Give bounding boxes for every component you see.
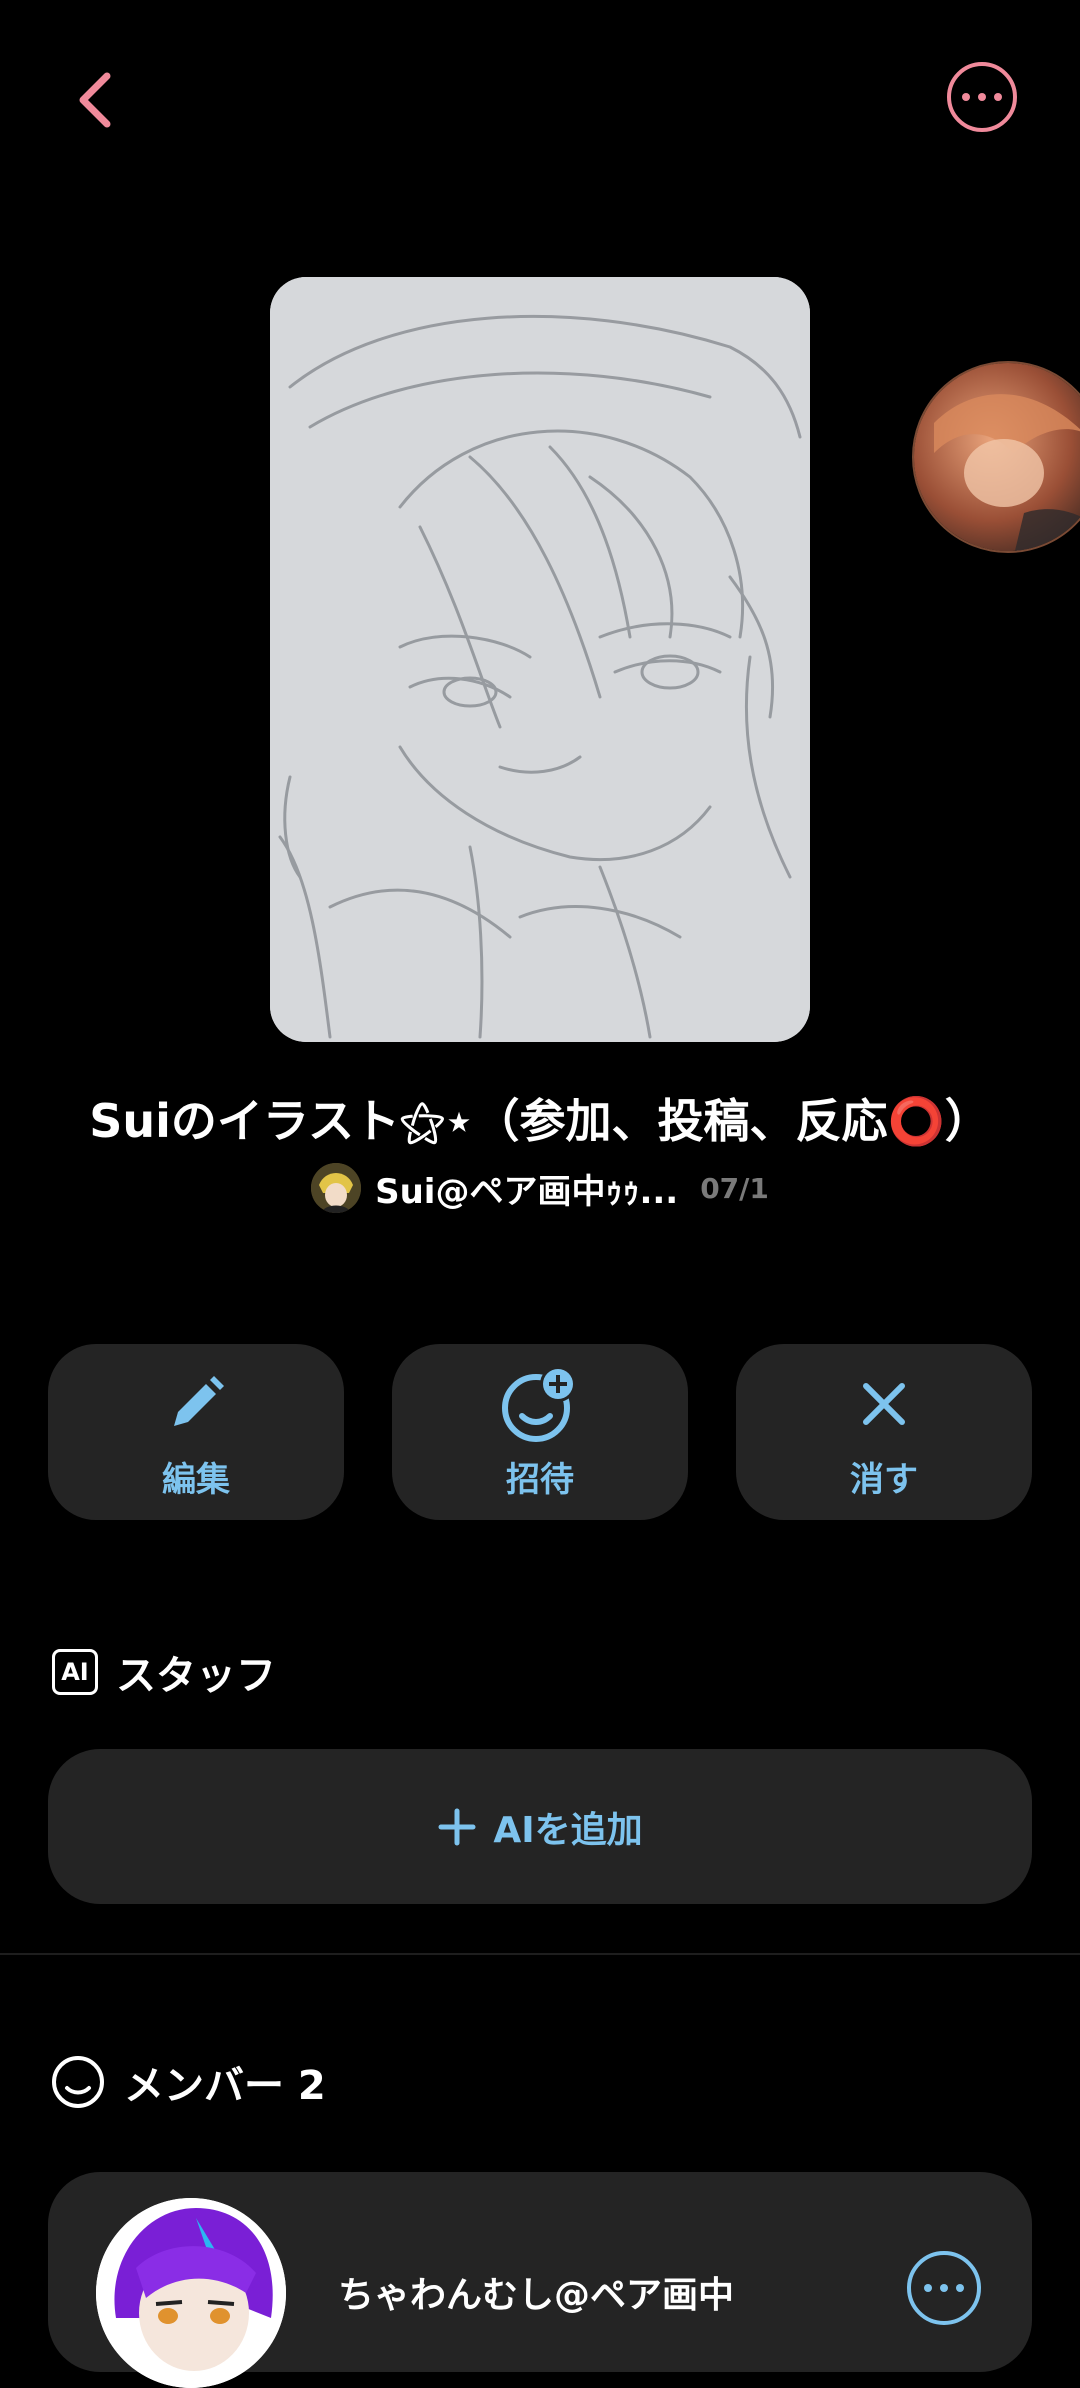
staff-title: スタッフ [116,1653,276,1699]
more-dot-icon [962,93,970,101]
more-options-button[interactable] [947,62,1017,132]
invite-smiley-plus-icon [500,1364,580,1444]
smiley-icon [52,2056,104,2108]
close-x-icon [844,1364,924,1444]
invite-label: 招待 [506,1459,574,1500]
member-name[interactable]: ちゃわんむし@ペア画中 [338,2266,734,2318]
more-dot-icon [956,2284,964,2292]
ai-badge-icon: AI [52,1649,98,1695]
more-dot-icon [924,2284,932,2292]
owner-name[interactable]: Sui@ペア画中ｩｩ... [375,1164,678,1213]
plus-icon [438,1808,476,1845]
members-section-header: メンバー 2 [50,2053,326,2111]
member-avatar[interactable] [96,2198,286,2388]
owner-avatar-image [311,1163,362,1213]
anime-character-thumbnail [914,363,1080,551]
created-date: 07/1 [700,1171,769,1205]
chevron-left-icon [79,72,111,128]
owner-avatar[interactable] [311,1163,362,1213]
edit-label: 編集 [162,1459,230,1500]
dismiss-label: 消す [850,1459,918,1500]
more-dot-icon [994,93,1002,101]
members-title: メンバー 2 [124,2063,326,2109]
sketch-illustration [270,277,810,1042]
add-ai-label: AIを追加 [493,1809,643,1851]
more-dot-icon [978,93,986,101]
dismiss-button[interactable]: 消す [736,1344,1032,1520]
add-ai-button[interactable]: AIを追加 [48,1749,1032,1904]
pencil-icon [156,1364,236,1444]
room-title: Suiのイラスト⚝⋆（参加、投稿、反応⭕） [89,1094,991,1148]
back-button[interactable] [60,60,130,140]
invite-button[interactable]: 招待 [392,1344,688,1520]
side-room-avatar[interactable] [912,361,1080,553]
edit-button[interactable]: 編集 [48,1344,344,1520]
more-dot-icon [940,2284,948,2292]
staff-section-header: AI スタッフ [52,1643,276,1701]
owner-row[interactable]: Sui@ペア画中ｩｩ... 07/1 [0,1163,1080,1213]
divider [0,1953,1080,1955]
room-cover-image[interactable] [270,277,810,1042]
member-avatar-image [96,2198,286,2388]
